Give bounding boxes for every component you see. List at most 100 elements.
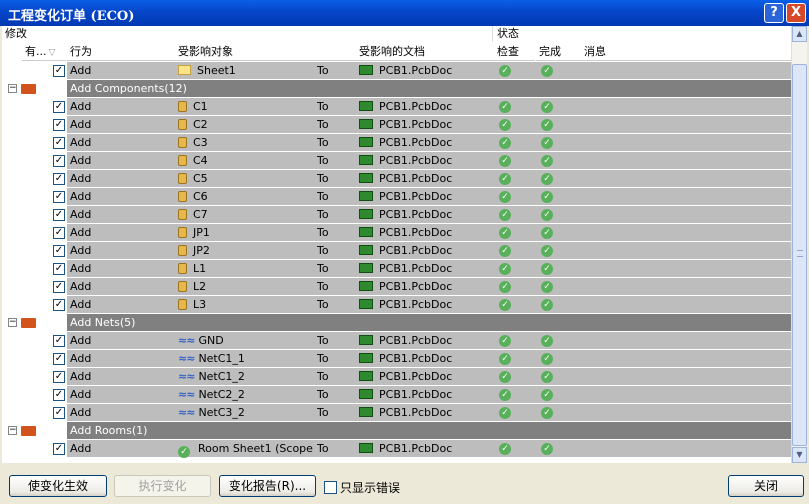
scroll-thumb[interactable] (792, 64, 807, 446)
room-icon: ✓ (178, 446, 190, 458)
filter-icon[interactable]: ▽ (49, 48, 56, 58)
table-row[interactable]: ✓ Add L2 To PCB1.PcbDoc ✓ ✓ (2, 278, 792, 296)
enable-checkbox[interactable]: ✓ (53, 155, 65, 167)
column-check[interactable]: 检查 (494, 43, 535, 61)
table-row[interactable]: ✓ Add C4 To PCB1.PcbDoc ✓ ✓ (2, 152, 792, 170)
done-ok-icon: ✓ (541, 209, 553, 221)
table-row[interactable]: ✓ Add L1 To PCB1.PcbDoc ✓ ✓ (2, 260, 792, 278)
enable-checkbox[interactable]: ✓ (53, 227, 65, 239)
check-ok-icon: ✓ (499, 407, 511, 419)
affected-object-name: C3 (193, 136, 208, 149)
affected-doc-cell: PCB1.PcbDoc (359, 134, 452, 152)
enable-checkbox[interactable]: ✓ (53, 299, 65, 311)
affected-doc-cell: PCB1.PcbDoc (359, 440, 452, 458)
vertical-scrollbar[interactable]: ▲ ▼ (791, 26, 807, 463)
check-ok-icon: ✓ (499, 263, 511, 275)
affected-doc-cell: PCB1.PcbDoc (359, 206, 452, 224)
column-done[interactable]: 完成 (536, 43, 581, 61)
group-row[interactable]: − Add Nets(5) (2, 314, 792, 332)
collapse-icon[interactable]: − (8, 318, 17, 327)
close-window-button[interactable]: X (786, 3, 806, 23)
scroll-down-icon[interactable]: ▼ (792, 447, 807, 463)
action-cell: Add (70, 64, 92, 77)
enable-checkbox[interactable]: ✓ (53, 173, 65, 185)
enable-checkbox[interactable]: ✓ (53, 335, 65, 347)
action-cell: Add (70, 388, 92, 401)
table-row[interactable]: ✓ Add ✓ Room Sheet1 (Scope=InTo PCB1.PcbDoc ✓… (2, 440, 792, 458)
affected-doc-name: PCB1.PcbDoc (379, 226, 453, 239)
done-ok-icon: ✓ (541, 443, 553, 455)
group-row[interactable]: − Add Components(12) (2, 80, 792, 98)
action-cell: Add (70, 208, 92, 221)
enable-checkbox[interactable]: ✓ (53, 245, 65, 257)
column-enable[interactable]: 有... ▽ (22, 43, 66, 61)
affected-object-cell: JP2 (178, 242, 314, 260)
done-ok-icon: ✓ (541, 335, 553, 347)
affected-object-name: C7 (193, 208, 208, 221)
table-row[interactable]: ✓ Add ≈≈ GND To PCB1.PcbDoc ✓ ✓ (2, 332, 792, 350)
column-affected-doc[interactable]: 受影响的文档 (356, 43, 494, 61)
table-row[interactable]: ✓ Add C6 To PCB1.PcbDoc ✓ ✓ (2, 188, 792, 206)
affected-doc-cell: PCB1.PcbDoc (359, 170, 452, 188)
table-row[interactable]: ✓ Add C7 To PCB1.PcbDoc ✓ ✓ (2, 206, 792, 224)
scroll-up-icon[interactable]: ▲ (792, 26, 807, 42)
table-row[interactable]: ✓ Add ≈≈ NetC1_1 To PCB1.PcbDoc ✓ ✓ (2, 350, 792, 368)
component-icon (178, 101, 187, 112)
affected-doc-cell: PCB1.PcbDoc (359, 368, 452, 386)
table-row[interactable]: ✓ Add Sheet1 To PCB1.PcbDoc ✓ ✓ (2, 62, 792, 80)
validate-changes-button[interactable]: 使变化生效 (9, 475, 107, 497)
check-ok-icon: ✓ (499, 389, 511, 401)
group-row[interactable]: − Add Rooms(1) (2, 422, 792, 440)
table-row[interactable]: ✓ Add JP1 To PCB1.PcbDoc ✓ ✓ (2, 224, 792, 242)
affected-object-name: C4 (193, 154, 208, 167)
pcb-doc-icon (359, 101, 373, 111)
affected-doc-name: PCB1.PcbDoc (379, 118, 453, 131)
affected-doc-cell: PCB1.PcbDoc (359, 116, 452, 134)
table-row[interactable]: ✓ Add C5 To PCB1.PcbDoc ✓ ✓ (2, 170, 792, 188)
column-message[interactable]: 消息 (581, 43, 792, 61)
enable-checkbox[interactable]: ✓ (53, 263, 65, 275)
to-cell: To (317, 280, 329, 293)
to-cell: To (317, 226, 329, 239)
table-row[interactable]: ✓ Add C3 To PCB1.PcbDoc ✓ ✓ (2, 134, 792, 152)
enable-checkbox[interactable]: ✓ (53, 353, 65, 365)
table-row[interactable]: ✓ Add ≈≈ NetC2_2 To PCB1.PcbDoc ✓ ✓ (2, 386, 792, 404)
change-report-button[interactable]: 变化报告(R)... (219, 475, 316, 497)
enable-checkbox[interactable]: ✓ (53, 389, 65, 401)
pcb-doc-icon (359, 281, 373, 291)
enable-checkbox[interactable]: ✓ (53, 137, 65, 149)
component-icon (178, 263, 187, 274)
table-row[interactable]: ✓ Add JP2 To PCB1.PcbDoc ✓ ✓ (2, 242, 792, 260)
enable-checkbox[interactable]: ✓ (53, 281, 65, 293)
enable-checkbox[interactable]: ✓ (53, 119, 65, 131)
table-row[interactable]: ✓ Add C2 To PCB1.PcbDoc ✓ ✓ (2, 116, 792, 134)
done-ok-icon: ✓ (541, 191, 553, 203)
action-cell: Add (70, 136, 92, 149)
table-row[interactable]: ✓ Add L3 To PCB1.PcbDoc ✓ ✓ (2, 296, 792, 314)
done-ok-icon: ✓ (541, 155, 553, 167)
enable-checkbox[interactable]: ✓ (53, 191, 65, 203)
enable-checkbox[interactable]: ✓ (53, 209, 65, 221)
table-row[interactable]: ✓ Add ≈≈ NetC1_2 To PCB1.PcbDoc ✓ ✓ (2, 368, 792, 386)
action-cell: Add (70, 154, 92, 167)
enable-checkbox[interactable]: ✓ (53, 371, 65, 383)
enable-checkbox[interactable]: ✓ (53, 407, 65, 419)
affected-object-name: NetC1_2 (198, 370, 245, 383)
collapse-icon[interactable]: − (8, 426, 17, 435)
enable-checkbox[interactable]: ✓ (53, 101, 65, 113)
column-action[interactable]: 行为 (67, 43, 175, 61)
enable-checkbox[interactable]: ✓ (53, 443, 65, 455)
collapse-icon[interactable]: − (8, 84, 17, 93)
column-affected-object[interactable]: 受影响对象 (175, 43, 315, 61)
to-cell: To (317, 352, 329, 365)
execute-changes-button[interactable]: 执行变化 (114, 475, 211, 497)
net-icon: ≈≈ (178, 370, 195, 383)
affected-doc-name: PCB1.PcbDoc (379, 172, 453, 185)
help-button[interactable]: ? (764, 3, 784, 23)
only-errors-checkbox[interactable] (324, 481, 337, 494)
close-button[interactable]: 关闭 (728, 475, 804, 497)
enable-checkbox[interactable]: ✓ (53, 65, 65, 77)
column-to[interactable] (315, 43, 356, 61)
table-row[interactable]: ✓ Add ≈≈ NetC3_2 To PCB1.PcbDoc ✓ ✓ (2, 404, 792, 422)
table-row[interactable]: ✓ Add C1 To PCB1.PcbDoc ✓ ✓ (2, 98, 792, 116)
